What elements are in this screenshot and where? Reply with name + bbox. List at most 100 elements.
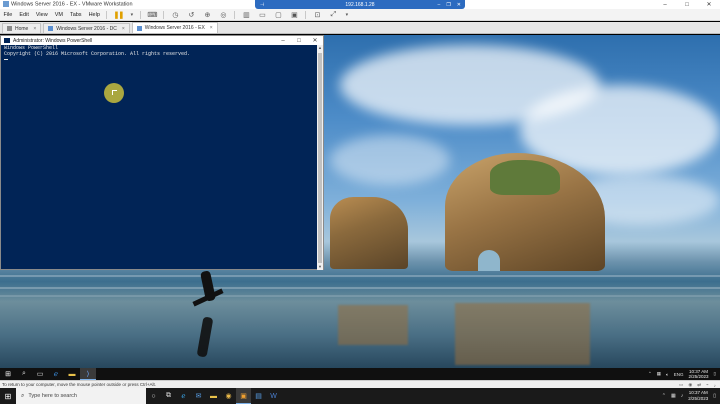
- scroll-up-icon[interactable]: ▲: [317, 45, 323, 51]
- menu-edit[interactable]: Edit: [16, 12, 32, 18]
- notification-icon[interactable]: ▯: [714, 371, 716, 377]
- pin-icon[interactable]: ⊣: [260, 2, 264, 8]
- tab-windows-server-dc[interactable]: Windows Server 2016 - DC ×: [43, 23, 130, 33]
- vmware-app-icon: [3, 1, 9, 8]
- fullscreen-icon[interactable]: ▢: [273, 10, 283, 20]
- notification-icon[interactable]: ▯: [713, 393, 716, 399]
- thumbnail-icon[interactable]: ▭: [257, 10, 267, 20]
- wallpaper-cloud: [330, 135, 450, 185]
- powershell-titlebar[interactable]: Administrator: Windows PowerShell – □ ✕: [1, 36, 323, 45]
- tab-home[interactable]: Home ×: [2, 23, 42, 33]
- network-icon[interactable]: ▦: [671, 393, 676, 399]
- minimize-button[interactable]: –: [654, 0, 676, 9]
- console-cursor-line: [4, 57, 320, 63]
- host-search-box[interactable]: ⌕ Type here to search: [16, 388, 146, 404]
- mail-icon[interactable]: ✉: [191, 388, 206, 404]
- vmware-title: Windows Server 2016 - EX - VMware Workst…: [0, 1, 133, 8]
- search-icon[interactable]: ⌕: [16, 368, 32, 380]
- guest-clock[interactable]: 10:37 AM 2/25/2023: [688, 369, 708, 379]
- library-icon[interactable]: ▥: [241, 10, 251, 20]
- close-button[interactable]: ✕: [698, 0, 720, 9]
- ps-minimize-button[interactable]: –: [275, 36, 291, 45]
- menu-view[interactable]: View: [32, 12, 51, 18]
- wallpaper-wave: [0, 295, 720, 297]
- vmware-window-controls: – □ ✕: [654, 0, 720, 9]
- tab-close-icon[interactable]: ×: [33, 26, 36, 32]
- snapshot-clock-icon[interactable]: ◷: [170, 10, 180, 20]
- tab-close-icon[interactable]: ×: [122, 26, 125, 32]
- file-explorer-icon[interactable]: ▬: [64, 368, 80, 380]
- edge-icon[interactable]: ℯ: [176, 388, 191, 404]
- remote-minimize-icon[interactable]: –: [438, 2, 441, 8]
- toolbar-separator: [140, 10, 142, 19]
- task-view-icon[interactable]: ⧉: [161, 388, 176, 404]
- pause-icon[interactable]: ❚❚: [113, 10, 125, 20]
- wallpaper-runner-reflection: [196, 316, 214, 358]
- scroll-down-icon[interactable]: ▼: [317, 264, 323, 270]
- host-start-icon[interactable]: ⊞: [0, 388, 16, 404]
- status-message: To return to your computer, move the mou…: [2, 382, 156, 387]
- internet-explorer-icon[interactable]: ℯ: [48, 368, 64, 380]
- powershell-window[interactable]: Administrator: Windows PowerShell – □ ✕ …: [0, 35, 324, 270]
- vmware-title-text: Windows Server 2016 - EX - VMware Workst…: [11, 1, 133, 8]
- wallpaper-reflection: [455, 303, 590, 365]
- tray-chevron-icon[interactable]: ⌃: [662, 393, 666, 399]
- powershell-taskbar-icon[interactable]: ⟩: [80, 368, 96, 380]
- send-keys-icon[interactable]: ⌨: [147, 10, 157, 20]
- manage-snapshots-icon[interactable]: ◎: [218, 10, 228, 20]
- chrome-icon[interactable]: ◉: [221, 388, 236, 404]
- wallpaper-small-rock: [330, 197, 408, 269]
- mouse-pointer-highlight: [104, 83, 124, 103]
- remote-desktop-icon[interactable]: ▤: [251, 388, 266, 404]
- revert-snapshot-icon[interactable]: ↺: [186, 10, 196, 20]
- maximize-button[interactable]: □: [676, 0, 698, 9]
- guest-taskbar: ⊞ ⌕ ▭ ℯ ▬ ⟩ ⌃ ▦ 🔈︎ ENG 10:37 AM 2/25/202…: [0, 368, 720, 380]
- host-system-tray: ⌃ ▦ ♪ 10:37 AM 2/25/2023 ▯: [662, 388, 716, 404]
- word-icon[interactable]: W: [266, 388, 281, 404]
- language-indicator[interactable]: ENG: [674, 372, 684, 377]
- remote-restore-icon[interactable]: ❐: [446, 2, 450, 8]
- powershell-console[interactable]: Windows PowerShell Copyright (C) 2016 Mic…: [1, 45, 323, 64]
- cortana-icon[interactable]: ○: [146, 388, 161, 404]
- menu-vm[interactable]: VM: [51, 12, 66, 18]
- host-clock[interactable]: 10:37 AM 2/25/2023: [688, 390, 708, 402]
- ps-close-button[interactable]: ✕: [307, 36, 323, 45]
- toolbar-separator: [163, 10, 165, 19]
- sound-icon[interactable]: ♪: [714, 383, 716, 388]
- task-view-icon[interactable]: ▭: [32, 368, 48, 380]
- menu-help[interactable]: Help: [85, 12, 103, 18]
- autofit-icon[interactable]: ⤢: [328, 10, 338, 20]
- remote-close-icon[interactable]: ✕: [457, 2, 461, 8]
- volume-icon[interactable]: 🔈︎: [666, 372, 669, 377]
- scrollbar-thumb[interactable]: [318, 53, 322, 263]
- vmware-status-bar: To return to your computer, move the mou…: [0, 380, 720, 388]
- menu-file[interactable]: File: [0, 12, 16, 18]
- volume-icon[interactable]: ♪: [681, 393, 684, 399]
- tray-chevron-icon[interactable]: ⌃: [648, 371, 652, 377]
- menu-tabs[interactable]: Tabs: [66, 12, 85, 18]
- search-icon: ⌕: [21, 392, 25, 399]
- tab-close-icon[interactable]: ×: [210, 25, 213, 31]
- vmware-taskbar-icon[interactable]: ▣: [236, 388, 251, 404]
- wallpaper-wave: [0, 275, 720, 277]
- guest-date: 2/25/2023: [688, 374, 709, 379]
- tab-home-label: Home: [15, 25, 29, 32]
- windows-start-icon[interactable]: ⊞: [0, 368, 16, 380]
- snapshot-manager-icon[interactable]: ⊕: [202, 10, 212, 20]
- unity-icon[interactable]: ▣: [289, 10, 299, 20]
- remote-ip: 192.168.1.28: [345, 1, 375, 8]
- remote-session-bar[interactable]: ⊣ 192.168.1.28 – ❐ ✕: [255, 0, 465, 9]
- view-dropdown-icon[interactable]: ▾: [344, 10, 349, 20]
- home-icon: [7, 26, 12, 31]
- powershell-scrollbar[interactable]: ▲ ▼: [317, 45, 323, 270]
- dropdown-chevron-icon[interactable]: ▾: [129, 10, 134, 20]
- network-icon[interactable]: ▦: [657, 371, 661, 377]
- vmware-menubar: File Edit View VM Tabs Help ❚❚ ▾ ⌨ ◷ ↺ ⊕…: [0, 9, 720, 21]
- file-explorer-icon[interactable]: ▬: [206, 388, 221, 404]
- guest-system-tray: ⌃ ▦ 🔈︎ ENG 10:37 AM 2/25/2023 ▯: [648, 368, 716, 380]
- console-view-icon[interactable]: ⊡: [312, 10, 322, 20]
- toolbar-separator: [106, 10, 108, 19]
- tab-windows-server-ex[interactable]: Windows Server 2016 - EX ×: [131, 22, 218, 33]
- ps-maximize-button[interactable]: □: [291, 36, 307, 45]
- guest-desktop[interactable]: Administrator: Windows PowerShell – □ ✕ …: [0, 35, 720, 368]
